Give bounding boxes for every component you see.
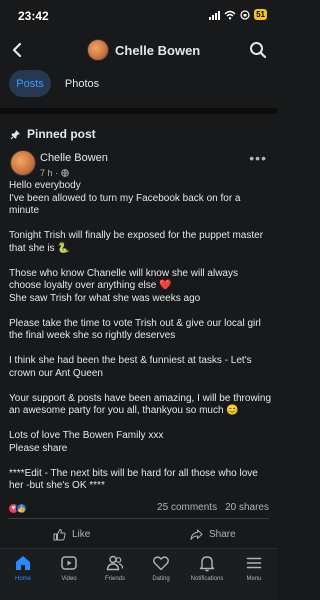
pinned-post-text: Pinned post: [27, 127, 96, 141]
nav-label: Notifications: [190, 576, 224, 582]
menu-icon: [246, 557, 262, 569]
share-icon: [190, 529, 203, 540]
post-paragraph: Those who know Chanelle will know she wi…: [9, 267, 238, 304]
nav-label: Video: [61, 576, 77, 582]
comments-count[interactable]: 25 comments: [157, 502, 217, 513]
engagement-counts: 25 comments 20 shares: [157, 502, 269, 513]
nav-friends[interactable]: Friends: [90, 554, 140, 582]
signal-icon: [209, 10, 221, 20]
nav-notifications[interactable]: Notifications: [182, 554, 232, 582]
avatar[interactable]: [87, 39, 109, 61]
globe-icon: [61, 169, 69, 177]
post-actions: Like Share: [0, 523, 277, 545]
post-author[interactable]: Chelle Bowen: [40, 152, 108, 164]
share-button[interactable]: Share: [190, 523, 236, 545]
tab-posts[interactable]: Posts: [9, 70, 51, 97]
post-paragraph: Please take the time to vote Trish out &…: [9, 317, 261, 342]
section-divider: [0, 108, 277, 114]
status-time: 23:42: [18, 9, 49, 23]
post-paragraph: I think she had been the best & funniest…: [9, 355, 252, 379]
video-icon: [61, 556, 77, 570]
share-label: Share: [209, 528, 236, 540]
divider: [8, 518, 269, 519]
nav-label: Menu: [246, 576, 262, 582]
nav-label: Dating: [152, 576, 170, 582]
bell-icon: [199, 556, 215, 572]
more-options-icon[interactable]: •••: [249, 150, 267, 166]
search-icon[interactable]: [249, 41, 267, 59]
page-title[interactable]: Chelle Bowen: [115, 43, 200, 58]
orientation-lock-icon: [240, 9, 250, 20]
post-paragraph: Tonight Trish will finally be exposed fo…: [9, 230, 264, 254]
nav-menu[interactable]: Menu: [229, 554, 279, 582]
post-paragraph: Lots of love The Bowen Family xxx Please…: [9, 430, 164, 454]
shares-count[interactable]: 20 shares: [225, 502, 269, 513]
post-body: Hello everybody I've been allowed to tur…: [9, 180, 271, 505]
status-icons: 51: [209, 9, 267, 20]
home-icon: [16, 556, 30, 570]
post-time[interactable]: 7 h ·: [40, 168, 58, 178]
battery-indicator: 51: [254, 9, 267, 20]
post-paragraph: ****Edit - The next bits will be hard fo…: [9, 467, 258, 492]
tab-photos[interactable]: Photos: [56, 70, 108, 97]
reactions-summary[interactable]: ♥ 👍: [8, 503, 27, 514]
post-meta: 7 h ·: [40, 168, 69, 178]
back-icon[interactable]: [10, 41, 26, 59]
like-reaction-icon: 👍: [16, 503, 27, 514]
profile-tabs: Posts Photos: [0, 70, 277, 98]
post-paragraph: Your support & posts have been amazing, …: [9, 392, 272, 417]
thumbs-up-icon: [53, 528, 66, 540]
nav-label: Home: [14, 576, 31, 582]
friends-icon: [106, 555, 124, 571]
like-button[interactable]: Like: [53, 523, 90, 545]
post-author-avatar[interactable]: [10, 150, 36, 176]
pin-icon: [10, 129, 20, 139]
nav-dating[interactable]: Dating: [136, 554, 186, 582]
status-bar: 23:42 51: [0, 0, 277, 36]
profile-header: Chelle Bowen: [0, 36, 277, 64]
post-paragraph: Hello everybody I've been allowed to tur…: [9, 180, 241, 216]
nav-home[interactable]: Home: [0, 554, 48, 582]
like-label: Like: [72, 528, 91, 540]
nav-label: Friends: [104, 576, 125, 582]
wifi-icon: [224, 10, 236, 19]
pinned-post-label: Pinned post: [10, 127, 96, 141]
dating-icon: [153, 556, 169, 571]
nav-video[interactable]: Video: [44, 554, 94, 582]
bottom-navigation: Home Video Friends Dating Notifications …: [0, 548, 277, 600]
